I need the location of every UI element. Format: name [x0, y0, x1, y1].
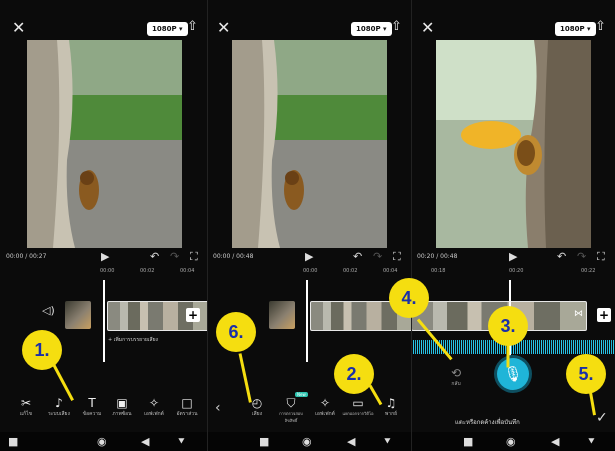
- step-badge-3: 3.: [488, 306, 528, 346]
- home-icon[interactable]: ◉: [97, 435, 107, 448]
- panel-divider: [207, 0, 208, 451]
- time-readout: 00:00 / 00:27: [6, 253, 47, 260]
- hide-keyboard-icon[interactable]: ⯆: [587, 435, 596, 449]
- undo-icon[interactable]: ↶: [353, 250, 362, 263]
- back-icon[interactable]: ◀: [347, 435, 355, 448]
- fullscreen-icon[interactable]: ⛶: [597, 250, 605, 264]
- step-badge-5: 5.: [566, 354, 606, 394]
- hide-keyboard-icon[interactable]: ⯆: [177, 435, 186, 449]
- time-readout: 00:20 / 00:48: [417, 253, 458, 260]
- hide-keyboard-icon[interactable]: ⯆: [383, 435, 392, 449]
- undo-icon[interactable]: ↶: [557, 250, 566, 263]
- scissors-icon: ✂: [20, 396, 32, 410]
- preview-frame-image: [27, 40, 182, 248]
- record-hint: แตะหรือกดค้างเพื่อบันทึก: [455, 419, 520, 426]
- add-narration-hint[interactable]: + เพิ่มการบรรยายเสียง: [108, 336, 158, 344]
- time-readout: 00:00 / 00:48: [213, 253, 254, 260]
- playhead: [103, 280, 105, 362]
- preview-frame-image: [232, 40, 387, 248]
- preview-frame-image: [436, 40, 591, 248]
- close-icon[interactable]: ✕: [217, 20, 230, 36]
- tool-copyright-check[interactable]: ⛉ การตรวจสอบลิขสิทธิ์ New: [273, 392, 309, 424]
- home-icon[interactable]: ◉: [506, 435, 516, 448]
- cover-thumbnail[interactable]: [65, 301, 91, 329]
- resolution-selector[interactable]: 1080P ▾: [147, 22, 188, 36]
- folder-icon: ▭: [352, 396, 364, 410]
- recents-icon[interactable]: ■: [463, 435, 473, 448]
- tool-extract-audio[interactable]: ◴ เสียง: [243, 396, 271, 418]
- video-preview: [27, 40, 182, 248]
- export-icon[interactable]: ⇧: [187, 20, 198, 34]
- recents-icon[interactable]: ■: [259, 435, 269, 448]
- effects-icon: ✧: [148, 396, 160, 410]
- redo-icon[interactable]: ↷: [170, 250, 179, 263]
- fullscreen-icon[interactable]: ⛶: [190, 250, 198, 264]
- undo-icon[interactable]: ↶: [150, 250, 159, 263]
- cover-thumbnail[interactable]: [269, 301, 295, 329]
- add-clip-button[interactable]: +: [186, 308, 200, 322]
- overlay-icon: ▣: [116, 396, 128, 410]
- timeline-ruler: 00:18 00:20 00:22: [431, 268, 596, 274]
- timeline-ruler: 00:00 00:02 00:04: [303, 268, 398, 274]
- back-icon[interactable]: ◀: [141, 435, 149, 448]
- aspect-icon: □: [181, 396, 193, 410]
- editor-panel-2: ✕ 1080P ▾ ⇧ 00:00 / 00:48 ▶ ↶ ↷ ⛶ 00:00 …: [207, 0, 411, 451]
- tool-text[interactable]: T ข้อความ: [78, 396, 106, 418]
- tool-voiceover[interactable]: ♫ พากย์: [377, 396, 405, 418]
- system-navbar: ■ ◉ ◀ ⯆: [207, 432, 411, 451]
- add-clip-button[interactable]: +: [597, 308, 611, 322]
- step-badge-1: 1.: [22, 330, 62, 370]
- tool-effects[interactable]: ✧ เอฟเฟกต์: [311, 396, 339, 418]
- step-badge-6: 6.: [216, 312, 256, 352]
- close-icon[interactable]: ✕: [421, 20, 434, 36]
- undo-record-icon: ⟲: [450, 366, 462, 380]
- fullscreen-icon[interactable]: ⛶: [393, 250, 401, 264]
- microphone-icon: 🎙: [503, 365, 523, 383]
- editor-panel-1: ✕ 1080P ▾ ⇧ 00:00 / 00:27 ▶ ↶ ↷ ⛶ 00:00 …: [0, 0, 207, 451]
- tool-extract-from-video[interactable]: ▭ แยกออกจากวิดีโอ: [340, 396, 376, 417]
- new-badge: New: [295, 392, 308, 397]
- export-icon[interactable]: ⇧: [391, 20, 402, 34]
- text-icon: T: [88, 396, 96, 410]
- play-icon[interactable]: ▶: [509, 250, 517, 263]
- resolution-selector[interactable]: 1080P ▾: [351, 22, 392, 36]
- system-navbar: ■ ◉ ◀ ⯆: [0, 432, 207, 451]
- redo-icon[interactable]: ↷: [373, 250, 382, 263]
- step-badge-4: 4.: [389, 278, 429, 318]
- recents-icon[interactable]: ■: [8, 435, 18, 448]
- play-icon[interactable]: ▶: [305, 250, 313, 263]
- undo-record-button[interactable]: ⟲ กลับ: [441, 366, 471, 388]
- close-icon[interactable]: ✕: [12, 20, 25, 36]
- mute-icon[interactable]: ◁): [42, 304, 55, 317]
- main-toolbar: ✂ แก้ไข ♪ ระบบเสียง T ข้อความ ▣ ภาพซ้อน …: [0, 396, 207, 430]
- video-preview: [436, 40, 591, 248]
- back-chevron-icon[interactable]: ‹: [215, 400, 221, 416]
- system-navbar: ■ ◉ ◀ ⯆: [411, 432, 615, 451]
- effects-icon: ✧: [319, 396, 331, 410]
- transition-icon[interactable]: ⋈: [574, 309, 583, 319]
- tool-aspect[interactable]: □ อัตราส่วน: [172, 396, 202, 418]
- panel-divider: [411, 0, 412, 451]
- copyright-check-icon: ⛉: [286, 396, 296, 410]
- timeline-ruler: 00:00 00:02 00:04: [100, 268, 195, 274]
- redo-icon[interactable]: ↷: [577, 250, 586, 263]
- back-icon[interactable]: ◀: [551, 435, 559, 448]
- record-button[interactable]: 🎙: [497, 358, 529, 390]
- export-icon[interactable]: ⇧: [595, 20, 606, 34]
- home-icon[interactable]: ◉: [302, 435, 312, 448]
- annotation-arrow-3: [506, 343, 510, 368]
- playhead: [306, 280, 308, 362]
- play-icon[interactable]: ▶: [101, 250, 109, 263]
- video-preview: [232, 40, 387, 248]
- step-badge-2: 2.: [334, 354, 374, 394]
- tool-edit[interactable]: ✂ แก้ไข: [12, 396, 40, 418]
- confirm-check-icon[interactable]: ✓: [596, 410, 608, 426]
- tool-overlay[interactable]: ▣ ภาพซ้อน: [108, 396, 136, 418]
- resolution-selector[interactable]: 1080P ▾: [555, 22, 596, 36]
- tool-effects[interactable]: ✧ เอฟเฟกต์: [139, 396, 169, 418]
